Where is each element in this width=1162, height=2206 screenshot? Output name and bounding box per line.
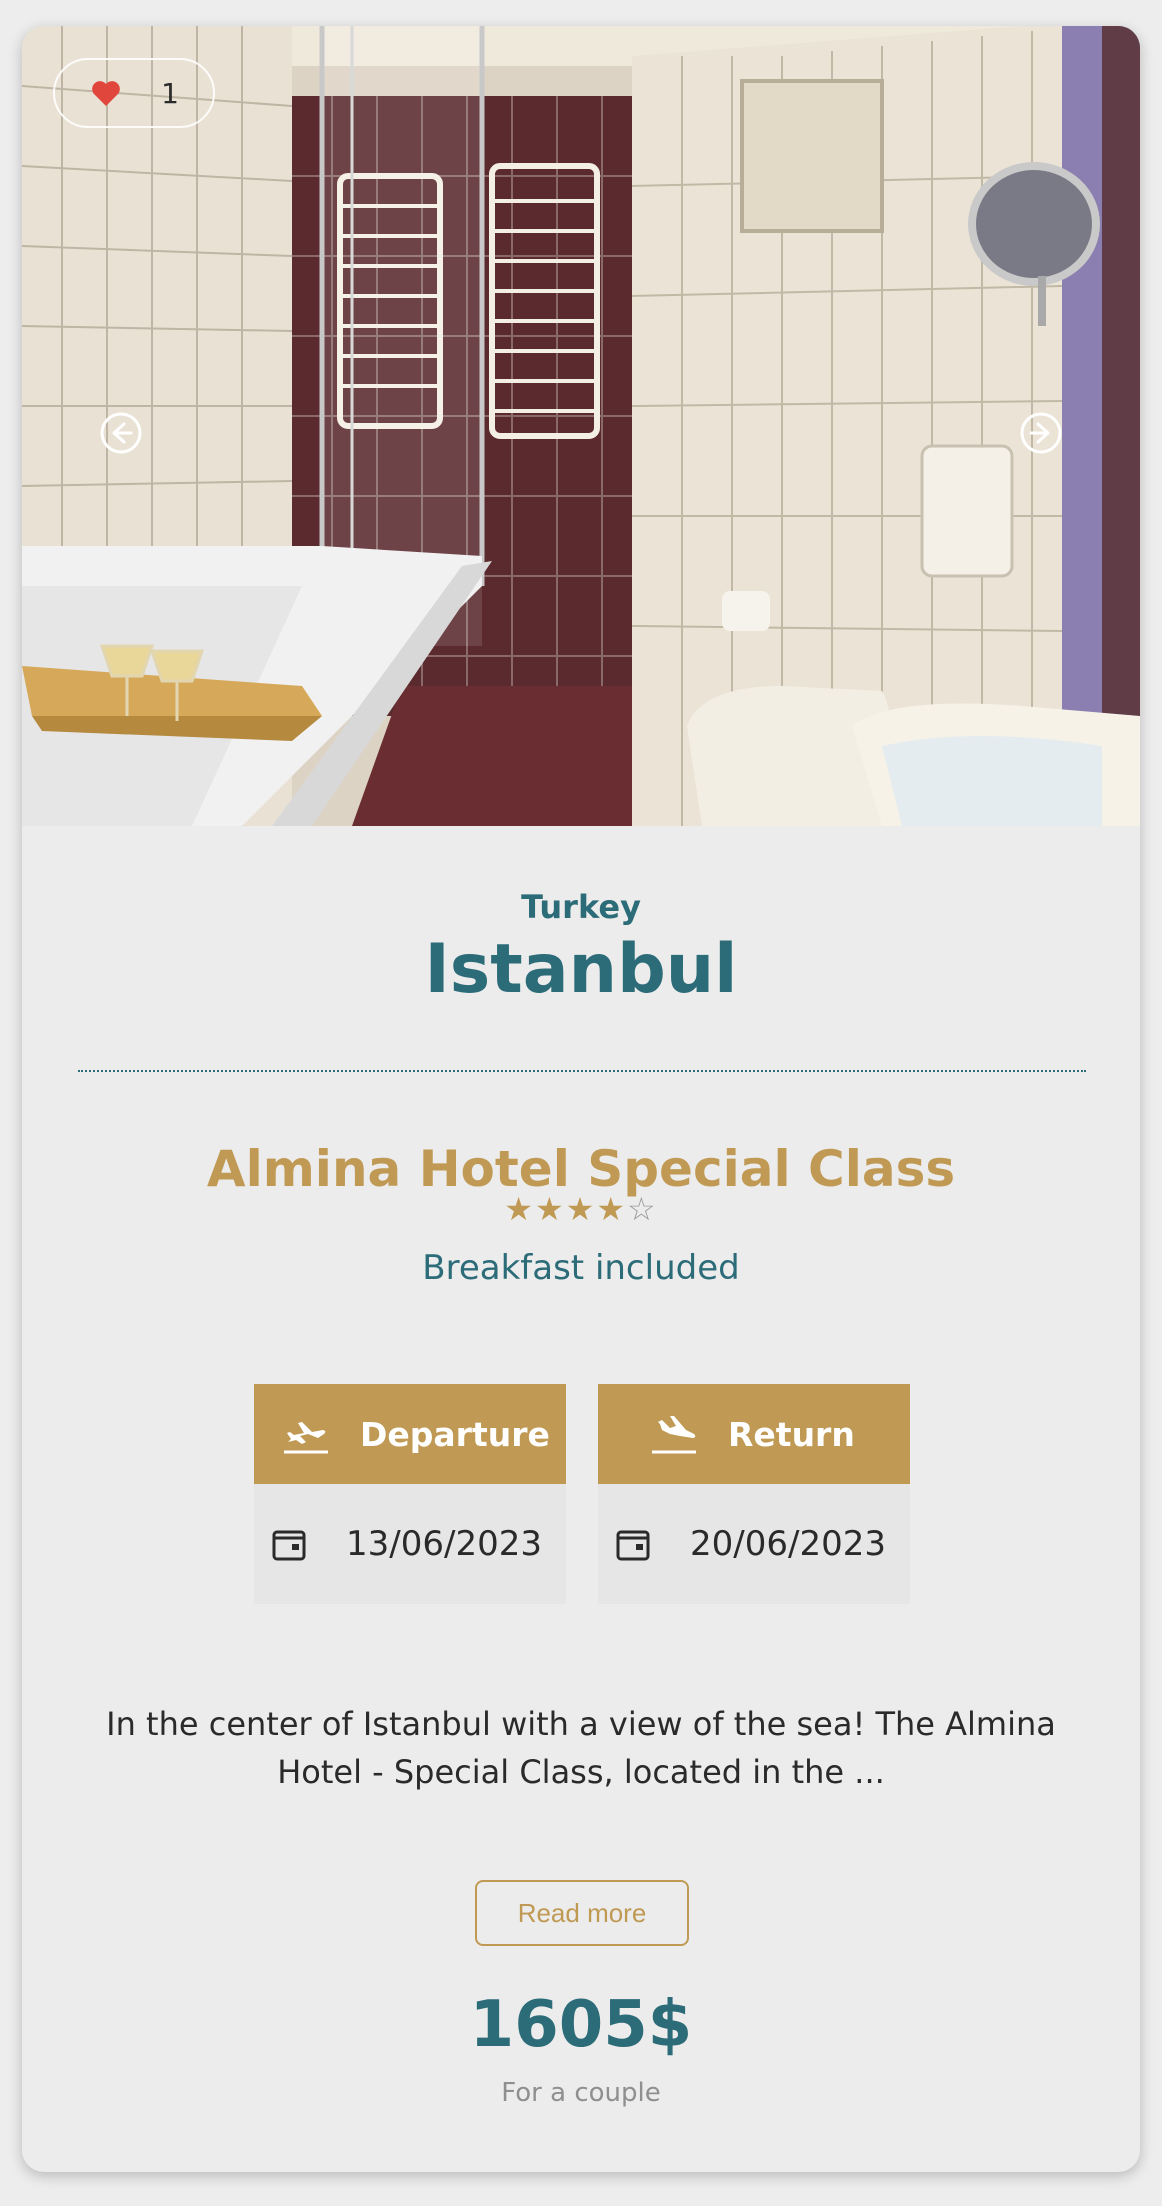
price: 1605$ bbox=[469, 1988, 693, 2062]
board-type: Breakfast included bbox=[422, 1248, 740, 1288]
departure-header: Departure bbox=[254, 1384, 566, 1484]
return-box: Return 20/06/2023 bbox=[598, 1384, 910, 1604]
star-filled-icon: ★ bbox=[565, 1190, 597, 1228]
plane-landing-icon bbox=[652, 1416, 696, 1454]
like-count: 1 bbox=[161, 76, 179, 110]
arrow-left-circle-icon[interactable] bbox=[100, 412, 142, 454]
return-date: 20/06/2023 bbox=[690, 1524, 886, 1564]
arrow-right-circle-icon[interactable] bbox=[1020, 412, 1062, 454]
calendar-icon bbox=[616, 1530, 650, 1561]
departure-date: 13/06/2023 bbox=[346, 1524, 542, 1564]
hotel-card: 1 Turkey Istanbul Almina Hotel Special C… bbox=[22, 26, 1140, 2172]
price-note: For a couple bbox=[501, 2078, 661, 2108]
departure-label: Departure bbox=[360, 1414, 550, 1454]
star-empty-icon: ☆ bbox=[627, 1190, 658, 1228]
star-filled-icon: ★ bbox=[534, 1190, 566, 1228]
calendar-icon bbox=[272, 1530, 306, 1561]
hotel-description: In the center of Istanbul with a view of… bbox=[106, 1705, 1056, 1791]
bathroom-image bbox=[22, 26, 1140, 826]
hotel-photo[interactable]: 1 bbox=[22, 26, 1140, 826]
star-rating: ★★★★☆ bbox=[22, 1190, 1140, 1228]
star-filled-icon: ★ bbox=[504, 1190, 535, 1228]
return-header: Return bbox=[598, 1384, 910, 1484]
departure-box: Departure 13/06/2023 bbox=[254, 1384, 566, 1604]
country-label: Turkey bbox=[521, 888, 641, 926]
heart-icon bbox=[91, 80, 121, 106]
return-date-field[interactable]: 20/06/2023 bbox=[598, 1484, 910, 1604]
return-label: Return bbox=[728, 1414, 855, 1454]
plane-takeoff-icon bbox=[284, 1422, 328, 1454]
like-button[interactable]: 1 bbox=[53, 58, 215, 128]
star-filled-icon: ★ bbox=[596, 1190, 628, 1228]
departure-date-field[interactable]: 13/06/2023 bbox=[254, 1484, 566, 1604]
read-more-button[interactable]: Read more bbox=[475, 1880, 689, 1946]
city-title: Istanbul bbox=[424, 930, 738, 1009]
divider bbox=[78, 1070, 1086, 1072]
